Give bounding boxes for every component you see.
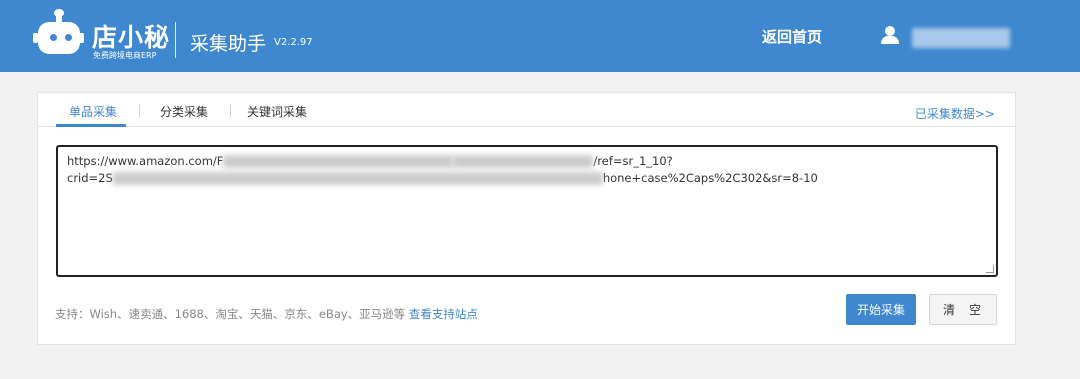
brand-name: 店小秘 [92, 23, 171, 52]
url-text: https://www.amazon.com/F [67, 154, 224, 168]
resize-grip-icon[interactable] [986, 265, 994, 273]
user-icon[interactable] [880, 26, 900, 46]
tab-single-item[interactable]: 单品采集 [69, 103, 117, 120]
back-home-link[interactable]: 返回首页 [762, 26, 822, 47]
url-input-textarea[interactable]: https://www.amazon.com/F/ref=sr_1_10? cr… [56, 145, 998, 277]
supported-sites-link[interactable]: 查看支持站点 [409, 307, 478, 321]
tab-separator [230, 105, 231, 117]
support-text: 支持：Wish、速卖通、1688、淘宝、天猫、京东、eBay、亚马逊等 [55, 307, 406, 321]
redacted-text [223, 155, 454, 168]
tab-keyword[interactable]: 关键词采集 [247, 103, 307, 120]
url-text: hone+case%2Caps%2C302&sr=8-10 [602, 171, 818, 185]
user-name-redacted[interactable] [912, 28, 1010, 48]
robot-logo-icon [33, 9, 92, 60]
redacted-text [112, 172, 603, 185]
app-title: 采集助手 [190, 33, 267, 55]
header-divider [175, 22, 176, 58]
collected-data-link[interactable]: 已采集数据>> [915, 105, 995, 122]
tab-category[interactable]: 分类采集 [160, 103, 208, 120]
collect-panel: 单品采集 分类采集 关键词采集 已采集数据>> https://www.amaz… [37, 92, 1016, 345]
url-text: crid=2S [67, 171, 113, 185]
url-text: /ref=sr_1_10? [593, 154, 673, 168]
active-tab-indicator [56, 124, 126, 127]
brand-subtitle: 免费跨境电商ERP [93, 51, 157, 60]
top-header: 店小秘 免费跨境电商ERP 采集助手 V2.2.97 返回首页 [0, 0, 1080, 72]
tab-separator [139, 105, 140, 117]
clear-button[interactable]: 清空 [929, 294, 997, 325]
app-version: V2.2.97 [274, 37, 313, 48]
tab-bar: 单品采集 分类采集 关键词采集 已采集数据>> [38, 93, 1015, 127]
support-note: 支持：Wish、速卖通、1688、淘宝、天猫、京东、eBay、亚马逊等 查看支持… [55, 306, 478, 322]
start-collect-button[interactable]: 开始采集 [846, 294, 916, 325]
redacted-text [453, 155, 594, 168]
